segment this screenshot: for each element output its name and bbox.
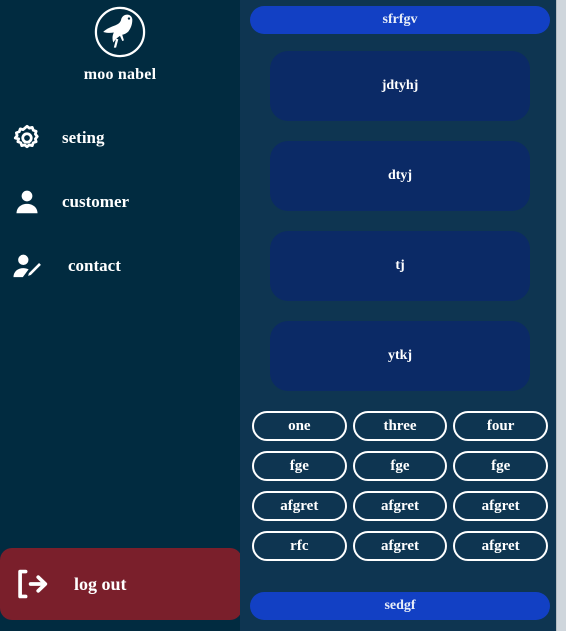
sidebar-item-label: seting — [62, 128, 105, 147]
bird-logo-icon — [94, 6, 146, 58]
user-icon — [10, 185, 44, 219]
card-item[interactable]: ytkj — [270, 321, 530, 391]
pill-button[interactable]: four — [453, 411, 548, 441]
sidebar-item-seting[interactable]: seting — [0, 106, 240, 170]
pill-button[interactable]: fge — [453, 451, 548, 481]
pill-button[interactable]: afgret — [453, 531, 548, 561]
user-edit-icon — [10, 249, 44, 283]
sidebar-item-customer[interactable]: customer — [0, 170, 240, 234]
pill-button[interactable]: afgret — [252, 491, 347, 521]
card-list: jdtyhj dtyj tj ytkj — [250, 51, 550, 391]
sidebar-nav: seting customer contact — [0, 106, 240, 298]
pill-button[interactable]: fge — [252, 451, 347, 481]
logout-arrow-icon — [12, 564, 52, 604]
card-item[interactable]: tj — [270, 231, 530, 301]
gear-icon — [10, 121, 44, 155]
pill-button[interactable]: three — [352, 411, 448, 441]
bottom-action-button[interactable]: sedgf — [250, 592, 550, 620]
main-panel: sfrfgv jdtyhj dtyj tj ytkj one three fou… — [240, 0, 560, 631]
sidebar-item-label: customer — [62, 192, 130, 211]
pill-button[interactable]: fge — [352, 451, 448, 481]
pill-button-grid: one three four fge fge fge afgret afgret… — [250, 411, 550, 561]
sidebar-item-label: contact — [68, 256, 121, 275]
pill-button[interactable]: afgret — [352, 531, 448, 561]
logout-button[interactable]: log out — [0, 548, 242, 620]
pill-button[interactable]: one — [252, 411, 347, 441]
brand-name: moo nabel — [83, 66, 157, 83]
brand-block: moo nabel — [0, 0, 240, 84]
top-action-button[interactable]: sfrfgv — [250, 6, 550, 34]
vertical-scrollbar[interactable] — [556, 0, 566, 631]
pill-button[interactable]: afgret — [453, 491, 548, 521]
scrollbar-thumb[interactable] — [558, 0, 566, 220]
logout-label: log out — [74, 573, 127, 594]
app-window: moo nabel seting customer contact log ou… — [0, 0, 566, 631]
pill-button[interactable]: afgret — [352, 491, 448, 521]
card-item[interactable]: dtyj — [270, 141, 530, 211]
sidebar: moo nabel seting customer contact log ou… — [0, 0, 242, 631]
sidebar-item-contact[interactable]: contact — [0, 234, 240, 298]
pill-button[interactable]: rfc — [252, 531, 347, 561]
card-item[interactable]: jdtyhj — [270, 51, 530, 121]
